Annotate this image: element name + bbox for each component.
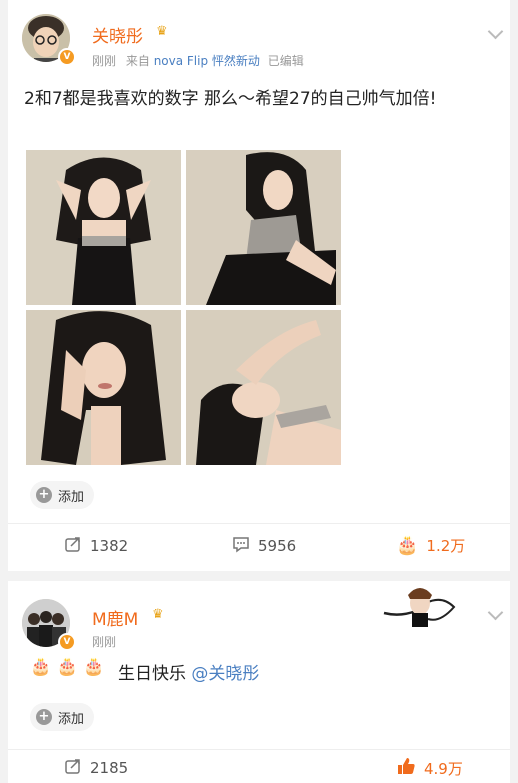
add-icon: + <box>36 709 52 725</box>
verified-icon: V <box>58 48 76 66</box>
post-text: 生日快乐 @关晓彤 <box>118 659 259 689</box>
like-count: 4.9万 <box>424 759 463 778</box>
post-source[interactable]: nova Flip 怦然新动 <box>154 54 260 68</box>
repost-icon <box>64 535 82 557</box>
repost-button[interactable]: 1382 <box>64 535 128 557</box>
divider <box>8 749 510 750</box>
chevron-down-icon[interactable] <box>487 604 504 621</box>
avatar-decoration <box>380 583 458 629</box>
comment-icon <box>232 535 250 557</box>
add-label: 添加 <box>58 489 85 505</box>
repost-count: 2185 <box>90 759 129 777</box>
crown-icon: ♛ <box>156 24 168 39</box>
like-icon: 🎂 <box>396 535 419 556</box>
add-button[interactable]: + 添加 <box>30 703 95 731</box>
repost-icon <box>64 757 82 779</box>
repost-count: 1382 <box>90 537 129 555</box>
add-icon: + <box>36 487 52 503</box>
chevron-down-icon[interactable] <box>487 23 504 40</box>
verified-icon: V <box>58 633 76 651</box>
like-button[interactable]: 4.9万 <box>396 757 463 779</box>
post-photo-2[interactable] <box>186 150 341 305</box>
like-icon <box>396 757 416 779</box>
like-count: 1.2万 <box>426 537 466 555</box>
mention-link[interactable]: @关晓彤 <box>191 664 259 684</box>
edited-label: 已编辑 <box>267 54 304 68</box>
comment-button[interactable]: 5956 <box>232 535 296 557</box>
post-time: 刚刚 <box>92 54 117 68</box>
author-name[interactable]: M鹿M <box>92 605 138 630</box>
like-button[interactable]: 🎂 1.2万 <box>396 535 465 556</box>
crown-icon: ♛ <box>152 607 164 622</box>
source-prefix: 来自 <box>125 54 150 68</box>
post-meta: 刚刚 来自 nova Flip 怦然新动 已编辑 <box>92 52 304 69</box>
post-card: V M鹿M ♛ 刚刚 🎂 🎂 🎂 生日快乐 @关晓彤 + 添加 2185 4.9… <box>8 581 510 783</box>
post-photo-1[interactable] <box>26 150 181 305</box>
add-label: 添加 <box>58 711 85 727</box>
repost-button[interactable]: 2185 <box>64 757 128 779</box>
cake-emojis: 🎂 🎂 🎂 <box>30 657 105 677</box>
divider <box>8 523 510 524</box>
post-card: V 关晓彤 ♛ 刚刚 来自 nova Flip 怦然新动 已编辑 2和7都是我喜… <box>8 0 510 571</box>
author-name[interactable]: 关晓彤 <box>92 22 143 47</box>
post-time: 刚刚 <box>92 635 117 649</box>
post-photo-3[interactable] <box>26 310 181 465</box>
add-button[interactable]: + 添加 <box>30 481 95 509</box>
comment-count: 5956 <box>258 537 297 555</box>
post-text-body: 生日快乐 <box>118 664 186 684</box>
post-photo-4[interactable] <box>186 310 341 465</box>
post-text: 2和7都是我喜欢的数字 那么～希望27的自己帅气加倍! <box>24 89 437 109</box>
